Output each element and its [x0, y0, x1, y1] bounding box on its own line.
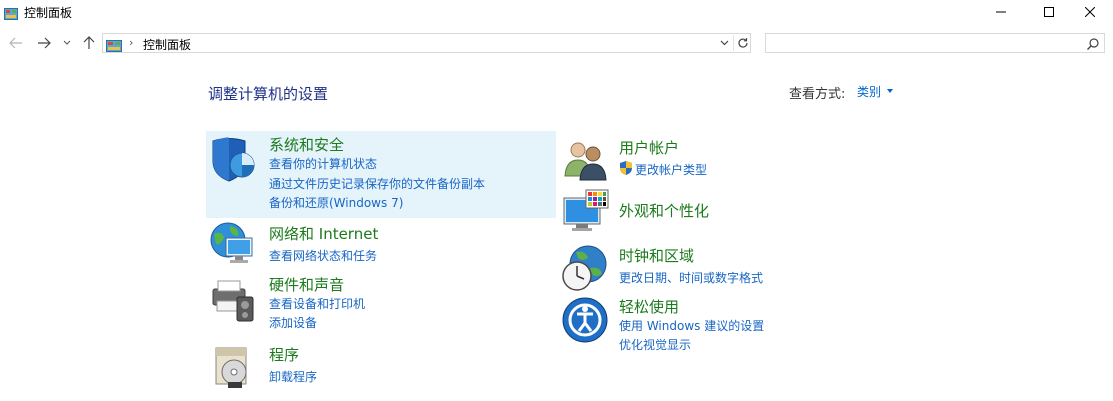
users-icon[interactable]	[562, 136, 610, 184]
link-file-history-backup[interactable]: 通过文件历史记录保存你的文件备份副本	[269, 175, 485, 192]
maximize-button[interactable]	[1026, 0, 1072, 24]
forward-button[interactable]	[35, 34, 53, 52]
link-add-device[interactable]: 添加设备	[269, 314, 317, 331]
category-title-network[interactable]: 网络和 Internet	[269, 223, 378, 244]
back-arrow-icon	[9, 37, 22, 49]
view-by-caret-icon[interactable]	[887, 89, 893, 93]
recent-dropdown-icon	[63, 40, 71, 45]
uac-shield-icon	[619, 160, 633, 175]
page-title: 调整计算机的设置	[208, 85, 329, 103]
close-button[interactable]	[1067, 0, 1113, 24]
category-title-ease-of-access[interactable]: 轻松使用	[619, 296, 679, 317]
link-view-computer-status[interactable]: 查看你的计算机状态	[269, 155, 377, 172]
control-panel-icon	[106, 37, 122, 52]
ease-of-access-icon[interactable]	[561, 296, 609, 344]
address-bar[interactable]: › 控制面板	[102, 33, 751, 53]
link-change-date-time-format[interactable]: 更改日期、时间或数字格式	[619, 269, 763, 286]
link-change-account-type[interactable]: 更改帐户类型	[635, 161, 707, 178]
recent-locations-button[interactable]	[60, 34, 74, 52]
monitor-palette-icon[interactable]	[562, 188, 610, 236]
link-uninstall-program[interactable]: 卸载程序	[269, 368, 317, 385]
minimize-icon	[996, 11, 1006, 13]
search-icon[interactable]	[1086, 36, 1100, 50]
maximize-icon	[1044, 7, 1054, 17]
search-box[interactable]	[765, 33, 1105, 53]
up-button[interactable]	[80, 34, 98, 52]
breadcrumb-item[interactable]: 控制面板	[143, 36, 191, 53]
minimize-button[interactable]	[978, 0, 1024, 24]
view-by-label: 查看方式:	[789, 87, 846, 102]
category-title-hardware[interactable]: 硬件和声音	[269, 274, 344, 295]
chevron-down-icon	[720, 40, 728, 46]
printer-icon[interactable]	[209, 275, 257, 323]
link-windows-recommended-settings[interactable]: 使用 Windows 建议的设置	[619, 317, 764, 334]
window-title: 控制面板	[24, 6, 73, 20]
network-globe-icon[interactable]	[208, 220, 256, 268]
category-title-programs[interactable]: 程序	[269, 344, 299, 365]
up-arrow-icon	[83, 36, 95, 49]
title-bar: 控制面板	[0, 0, 1113, 24]
refresh-button[interactable]	[733, 35, 751, 51]
category-title-clock-region[interactable]: 时钟和区域	[619, 245, 694, 266]
category-title-system-security[interactable]: 系统和安全	[269, 134, 344, 155]
link-devices-printers[interactable]: 查看设备和打印机	[269, 295, 365, 312]
link-network-status[interactable]: 查看网络状态和任务	[269, 247, 377, 264]
close-icon	[1085, 7, 1095, 17]
category-title-user-accounts[interactable]: 用户帐户	[619, 137, 679, 158]
back-button[interactable]	[7, 34, 25, 52]
control-panel-icon	[4, 5, 18, 20]
clock-globe-icon[interactable]	[560, 244, 608, 292]
forward-arrow-icon	[38, 37, 51, 49]
link-optimize-visual-display[interactable]: 优化视觉显示	[619, 336, 691, 353]
link-backup-restore[interactable]: 备份和还原(Windows 7)	[269, 194, 403, 211]
view-by-dropdown[interactable]: 类别	[857, 83, 881, 100]
programs-disc-icon[interactable]	[212, 342, 260, 390]
address-dropdown-button[interactable]	[715, 35, 733, 51]
shield-icon[interactable]	[209, 135, 257, 183]
breadcrumb-separator[interactable]: ›	[129, 36, 133, 49]
refresh-icon	[737, 38, 748, 48]
category-title-appearance[interactable]: 外观和个性化	[619, 200, 709, 221]
